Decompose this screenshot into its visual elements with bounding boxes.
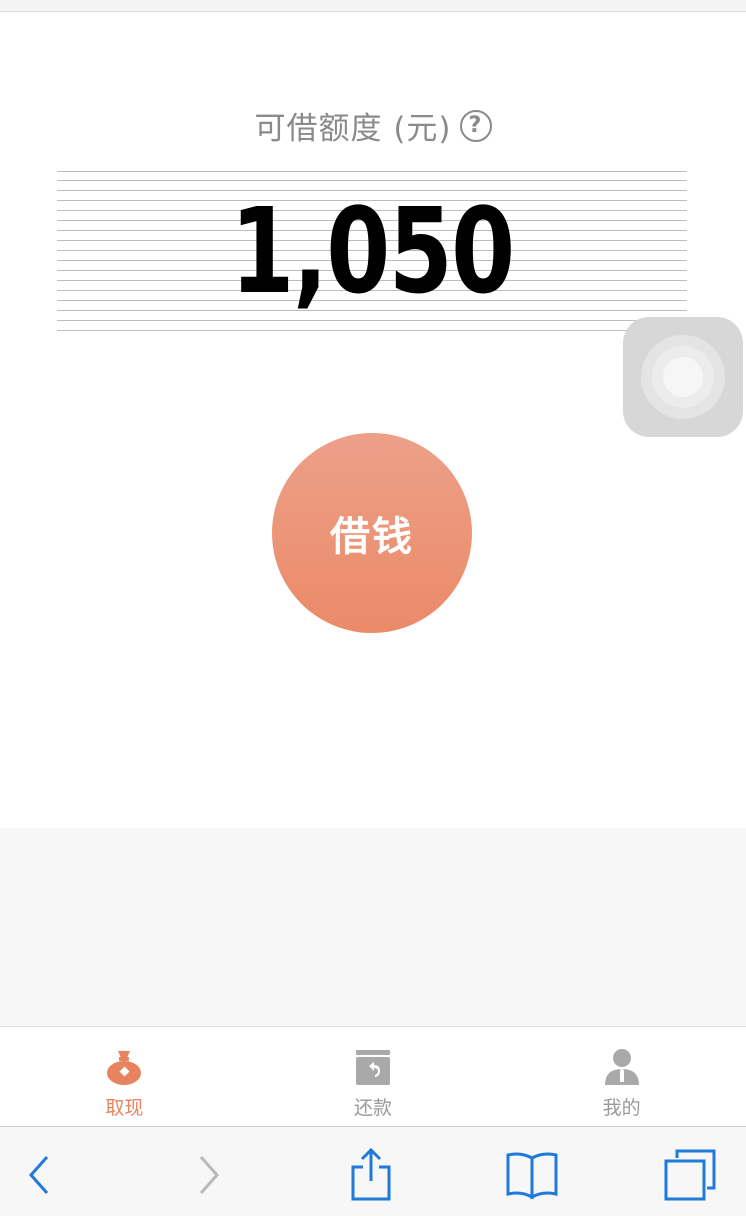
repay-box-icon [356,1050,390,1085]
user-icon [604,1049,639,1085]
assistive-touch-button[interactable] [623,317,743,437]
back-button[interactable] [10,1147,70,1203]
share-button[interactable] [341,1147,401,1203]
tab-repay[interactable]: 还款 [249,1027,498,1126]
forward-arrow-icon [199,1156,220,1194]
tabs-icon [664,1149,716,1201]
tab-mine[interactable]: 我的 [497,1027,746,1126]
back-arrow-icon [28,1156,49,1194]
borrow-button[interactable]: 借钱 [272,433,472,633]
share-icon [351,1147,391,1201]
help-symbol: ? [468,113,483,138]
tab-label-withdraw: 取现 [105,1097,144,1119]
credit-limit-heading: 可借额度 (元) ? [0,103,746,148]
money-bag-icon [107,1051,142,1085]
credit-amount: 1,050 [230,182,515,320]
help-icon[interactable]: ? [459,109,492,142]
bookmarks-button[interactable] [502,1147,562,1203]
bookmarks-icon [506,1152,558,1200]
assistive-touch-ring [641,335,725,419]
credit-limit-label: 可借额度 (元) [254,111,452,147]
browser-toolbar [0,1126,746,1216]
status-bar-strip [0,0,746,12]
forward-button[interactable] [178,1147,238,1203]
bottom-tab-bar: 取现 还款 我的 [0,1026,746,1126]
assistive-touch-inner-ring [652,346,714,408]
empty-gray-area [0,828,746,1026]
tabs-button[interactable] [660,1147,720,1203]
assistive-touch-core [663,357,703,397]
tab-label-repay: 还款 [354,1097,393,1119]
tab-withdraw[interactable]: 取现 [0,1027,249,1126]
main-content: 可借额度 (元) ? 1,050 借钱 [0,13,746,828]
credit-amount-panel: 1,050 [57,171,687,335]
tab-label-mine: 我的 [602,1097,641,1119]
